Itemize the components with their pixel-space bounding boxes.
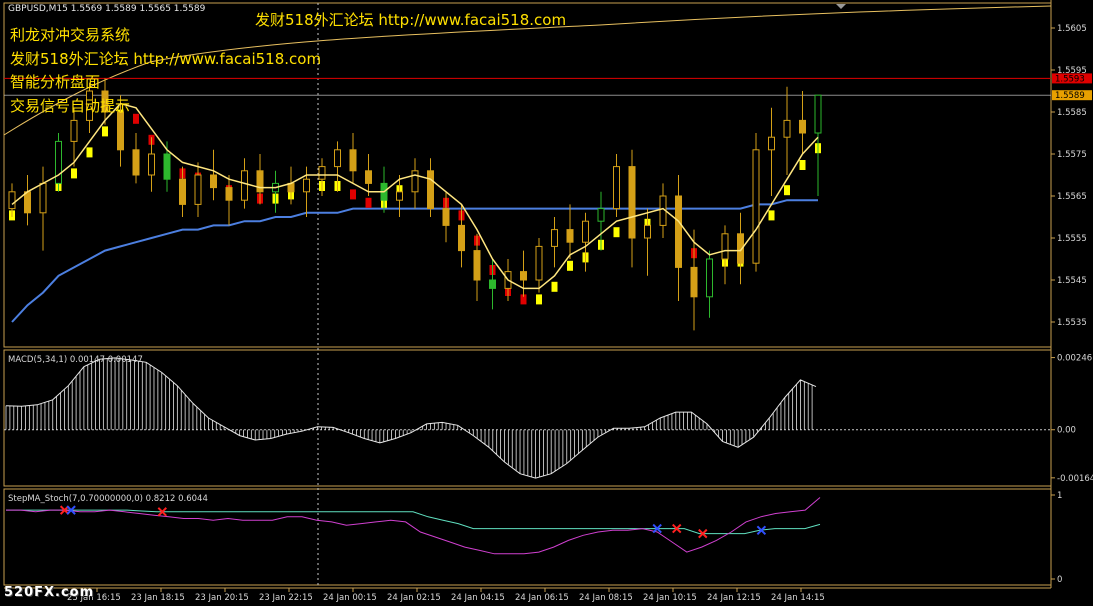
candle-body <box>427 170 434 210</box>
stoch-line-0 <box>6 509 821 535</box>
candle-body <box>799 119 806 134</box>
time-tick-label: 24 Jan 00:15 <box>323 593 377 603</box>
candle-body <box>318 166 326 180</box>
candle-body <box>597 208 605 222</box>
candle-body <box>473 250 481 281</box>
step-ma-block <box>613 227 620 238</box>
price-label-text-1: 1.5589 <box>1055 91 1085 101</box>
macd-tick-label: -0.00164 <box>1057 474 1093 484</box>
candle-body <box>55 140 62 184</box>
candle-body <box>535 245 543 281</box>
time-tick-label: 24 Jan 14:15 <box>771 593 825 603</box>
ad-line-3: 智能分析盘面 <box>10 73 101 91</box>
price-tick-label: 1.5585 <box>1057 108 1087 118</box>
stoch-title: StepMA_Stoch(7,0.70000000,0) 0.8212 0.60… <box>8 494 208 504</box>
step-ma-block <box>365 197 372 208</box>
step-ma-block <box>71 168 77 179</box>
candle-body <box>8 191 16 210</box>
candle-body <box>163 153 171 180</box>
chart-window: 1.5605 1.5595 1.5585 1.5575 1.5565 1.5555 1.55… <box>0 0 1093 606</box>
time-tick-label: 23 Jan 22:15 <box>259 593 313 603</box>
step-ma-block <box>768 210 775 221</box>
scroll-marker-icon <box>836 4 846 9</box>
step-ma-block <box>784 185 790 196</box>
candle-body <box>132 149 140 176</box>
candle-body <box>768 136 775 151</box>
candle-body <box>628 166 636 239</box>
time-tick-label: 24 Jan 08:15 <box>579 593 633 603</box>
candle-body <box>675 195 682 268</box>
candle-body <box>520 271 527 281</box>
candle-body <box>349 149 357 172</box>
ad-line-1: 利龙对冲交易系统 <box>10 26 131 44</box>
time-tick-label: 23 Jan 18:15 <box>131 593 185 603</box>
candle-body <box>148 153 155 176</box>
time-tick-label: 24 Jan 04:15 <box>451 593 505 603</box>
candle-body <box>566 229 574 243</box>
step-ma-block <box>350 189 356 200</box>
price-tick-label: 1.5605 <box>1057 24 1087 34</box>
candle-body <box>194 174 202 205</box>
ad-line-2[interactable]: 发财518外汇论坛 http://www.facai518.com <box>10 48 321 72</box>
ma-slow-line <box>11 199 818 323</box>
price-label-text-0: 1.5593 <box>1055 74 1085 84</box>
candle-body <box>396 191 403 201</box>
stoch-line-1 <box>6 497 821 555</box>
time-tick-label: 24 Jan 12:15 <box>707 593 761 603</box>
time-tick-label: 24 Jan 06:15 <box>515 593 569 603</box>
candle-body <box>39 182 47 214</box>
symbol-header: GBPUSD,M15 1.5569 1.5589 1.5565 1.5589 <box>8 4 206 14</box>
price-tick-label: 1.5575 <box>1057 150 1087 160</box>
candle-body <box>613 166 620 210</box>
ad-block: 利龙对冲交易系统 发财518外汇论坛 http://www.facai518.c… <box>10 24 321 118</box>
candle-body <box>70 119 78 142</box>
candle-body <box>256 170 264 193</box>
step-ma-block <box>799 160 806 170</box>
time-tick-label: 23 Jan 20:15 <box>195 593 249 603</box>
candle-body <box>721 233 729 260</box>
candle-body <box>365 170 372 184</box>
macd-tick-label: 0.00246 <box>1057 354 1092 364</box>
candle-body <box>442 208 450 226</box>
macd-outline <box>5 357 817 479</box>
price-tick-label: 1.5545 <box>1057 276 1087 286</box>
price-tick-label: 1.5565 <box>1057 192 1087 202</box>
ad-line-4: 交易信号自动提示 <box>10 96 131 115</box>
stoch-tick-label: 0 <box>1057 575 1062 585</box>
macd-tick-label: 0.00 <box>1057 426 1076 436</box>
candle-body <box>241 170 248 201</box>
watermark-logo: 520FX.com <box>4 585 95 600</box>
time-tick-label: 24 Jan 10:15 <box>643 593 697 603</box>
candle-body <box>814 94 822 134</box>
price-tick-label: 1.5535 <box>1057 318 1087 328</box>
step-ma-block <box>102 126 108 137</box>
candle-body <box>582 220 589 243</box>
candle-body <box>225 187 233 201</box>
candle-body <box>458 224 465 252</box>
candle-body <box>551 229 558 247</box>
price-tick-label: 1.5555 <box>1057 234 1087 244</box>
step-ma-block <box>86 147 93 158</box>
candle-body <box>179 178 186 205</box>
candle-body <box>690 266 698 298</box>
candle-body <box>334 149 341 168</box>
candle-body <box>210 174 217 189</box>
macd-title: MACD(5,34,1) 0.00147 0.00147 <box>8 355 143 365</box>
stoch-tick-label: 1 <box>1057 491 1062 501</box>
candle-body <box>644 224 651 239</box>
candle-body <box>411 170 419 193</box>
candle-body <box>706 258 713 298</box>
candle-body <box>783 119 791 138</box>
step-ma-block <box>567 260 573 271</box>
candle-body <box>489 279 496 289</box>
candle-body <box>24 191 31 214</box>
candle-body <box>752 149 760 264</box>
candle-body <box>303 178 310 193</box>
step-ma-block <box>536 294 542 305</box>
time-tick-label: 24 Jan 02:15 <box>387 593 441 603</box>
step-ma-block <box>551 281 558 292</box>
